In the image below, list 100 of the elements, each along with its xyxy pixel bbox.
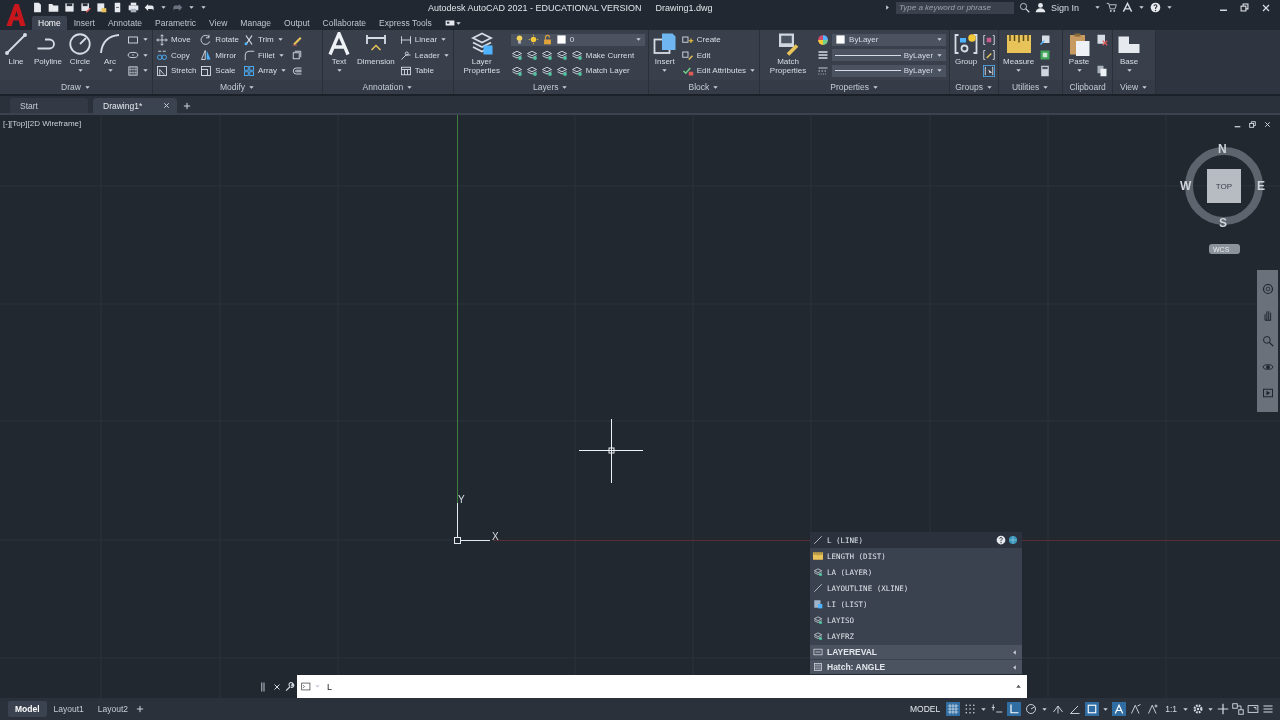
panel-title[interactable]: Modify bbox=[153, 80, 322, 94]
panel-title[interactable]: Clipboard bbox=[1063, 80, 1113, 94]
dropdown-field[interactable]: ByLayer bbox=[832, 64, 947, 77]
caret-icon[interactable] bbox=[1207, 705, 1214, 713]
layer-tool-icon[interactable] bbox=[510, 64, 523, 77]
app-logo[interactable] bbox=[5, 4, 27, 26]
ribbon-button[interactable]: Edit bbox=[681, 49, 711, 61]
ribbon-tab[interactable]: Parametric bbox=[149, 16, 203, 30]
ribbon-button[interactable]: Mirror bbox=[200, 49, 237, 61]
panel-title[interactable]: Properties bbox=[760, 80, 950, 94]
ribbon-button[interactable]: Polyline bbox=[33, 32, 63, 80]
zoom-icon[interactable] bbox=[1261, 335, 1274, 347]
caret-icon[interactable] bbox=[1182, 705, 1189, 713]
ribbon-button[interactable] bbox=[1096, 64, 1109, 77]
panel-title[interactable]: Utilities bbox=[999, 80, 1063, 94]
crosshair-icon[interactable] bbox=[1217, 703, 1229, 715]
sign-in-link[interactable]: Sign In bbox=[1050, 2, 1079, 13]
model-space-button[interactable]: MODEL bbox=[906, 704, 944, 714]
ribbon-tab[interactable]: Insert bbox=[67, 16, 101, 30]
ribbon-button[interactable] bbox=[1096, 33, 1109, 46]
history-arrow-icon[interactable] bbox=[1014, 682, 1023, 691]
close-icon[interactable] bbox=[272, 681, 282, 692]
ribbon-button[interactable]: Create bbox=[681, 33, 721, 46]
ribbon-tab[interactable]: Output bbox=[278, 16, 316, 30]
globe-icon[interactable] bbox=[1008, 535, 1018, 545]
panel-title[interactable]: View bbox=[1113, 80, 1156, 94]
viewport-controls-label[interactable]: [-][Top][2D Wireframe] bbox=[3, 119, 82, 128]
fullscreen-icon[interactable] bbox=[1247, 703, 1259, 715]
cart-icon[interactable] bbox=[1106, 2, 1117, 13]
ribbon-tab[interactable]: Home bbox=[32, 16, 67, 30]
file-tab[interactable]: Drawing1* bbox=[93, 98, 178, 113]
steering-wheel-icon[interactable] bbox=[1261, 283, 1274, 295]
ribbon-button[interactable]: Scale bbox=[200, 64, 236, 77]
layer-tool-icon[interactable] bbox=[510, 49, 523, 61]
suggestion-item[interactable]: Hatch: ANGLE bbox=[810, 660, 1022, 674]
ribbon-button[interactable] bbox=[291, 64, 304, 77]
restore-icon[interactable] bbox=[1239, 1, 1250, 13]
ribbon-tab[interactable]: Annotate bbox=[101, 16, 148, 30]
motion-icon[interactable] bbox=[1261, 387, 1274, 399]
hand-icon[interactable] bbox=[1261, 309, 1274, 321]
layout-tab[interactable]: Model bbox=[8, 701, 47, 717]
command-input[interactable]: L bbox=[323, 681, 1012, 692]
ribbon-button[interactable]: Make Current bbox=[570, 49, 635, 61]
compass-west[interactable]: W bbox=[1180, 179, 1192, 193]
ribbon-button[interactable] bbox=[291, 49, 304, 61]
dropdown-field[interactable]: 0 bbox=[510, 33, 645, 46]
ribbon-button[interactable] bbox=[983, 49, 996, 61]
color-wheel-icon[interactable] bbox=[817, 33, 830, 46]
ribbon-button[interactable] bbox=[127, 64, 149, 77]
save-as-icon[interactable] bbox=[80, 2, 91, 13]
status-toggle[interactable] bbox=[1024, 702, 1039, 716]
status-toggle[interactable] bbox=[1085, 702, 1100, 716]
close-icon[interactable] bbox=[162, 101, 172, 110]
suggestion-item[interactable]: LAYEREVAL bbox=[810, 645, 1022, 659]
ribbon-button[interactable]: Paste bbox=[1066, 32, 1093, 80]
caret-icon[interactable] bbox=[1041, 705, 1049, 713]
caret-icon[interactable] bbox=[883, 4, 891, 11]
help-icon[interactable] bbox=[996, 535, 1006, 545]
caret-icon[interactable] bbox=[1166, 4, 1173, 11]
panel-title[interactable]: Layers bbox=[453, 80, 648, 94]
ribbon-tab[interactable]: Express Tools bbox=[373, 16, 438, 30]
ribbon-button[interactable]: Match Layer bbox=[570, 64, 630, 77]
layer-tool-icon[interactable] bbox=[555, 49, 568, 61]
panel-title[interactable]: Block bbox=[648, 80, 760, 94]
ribbon-button[interactable]: Stretch bbox=[156, 64, 197, 77]
plus-icon[interactable] bbox=[182, 100, 193, 111]
status-toggle[interactable] bbox=[1007, 702, 1022, 716]
restore-icon[interactable] bbox=[1248, 120, 1257, 129]
ribbon-button[interactable]: Layer Properties bbox=[456, 32, 507, 80]
ribbon-button[interactable] bbox=[1039, 33, 1052, 46]
workspace-icon[interactable] bbox=[444, 18, 455, 28]
wrench-icon[interactable] bbox=[284, 681, 295, 692]
status-toggle[interactable] bbox=[946, 702, 961, 716]
caret-icon[interactable] bbox=[160, 4, 167, 11]
ribbon-button[interactable]: Trim bbox=[242, 33, 284, 46]
panel-title[interactable]: Annotation bbox=[323, 80, 453, 94]
search-field[interactable]: Type a keyword or phrase bbox=[895, 1, 1014, 14]
layer-tool-icon[interactable] bbox=[525, 64, 538, 77]
settings-icon[interactable] bbox=[1192, 703, 1204, 715]
ribbon-button[interactable]: Match Properties bbox=[763, 32, 814, 80]
layer-tool-icon[interactable] bbox=[555, 64, 568, 77]
ribbon-button[interactable]: Linear bbox=[399, 33, 448, 46]
status-toggle[interactable] bbox=[990, 702, 1005, 716]
annotation-scale[interactable]: 1:1 bbox=[1165, 704, 1177, 714]
ribbon-button[interactable]: Text bbox=[326, 32, 352, 80]
ribbon-button[interactable]: Base bbox=[1116, 32, 1143, 80]
status-toggle[interactable] bbox=[1146, 702, 1161, 716]
layer-tool-icon[interactable] bbox=[540, 49, 553, 61]
ribbon-button[interactable]: Line bbox=[3, 32, 29, 80]
layer-tool-icon[interactable] bbox=[525, 49, 538, 61]
ribbon-tab[interactable]: Collaborate bbox=[316, 16, 373, 30]
command-prompt-icon[interactable] bbox=[301, 681, 312, 692]
ribbon-button[interactable]: Insert bbox=[651, 32, 678, 80]
ribbon-button[interactable]: Measure bbox=[1002, 32, 1036, 80]
status-toggle[interactable] bbox=[1112, 702, 1127, 716]
folder-icon[interactable] bbox=[48, 2, 59, 13]
caret-icon[interactable] bbox=[1138, 4, 1145, 11]
caret-icon[interactable] bbox=[454, 19, 462, 27]
linetype-icon[interactable] bbox=[817, 64, 830, 77]
compass-south[interactable]: S bbox=[1219, 216, 1227, 230]
